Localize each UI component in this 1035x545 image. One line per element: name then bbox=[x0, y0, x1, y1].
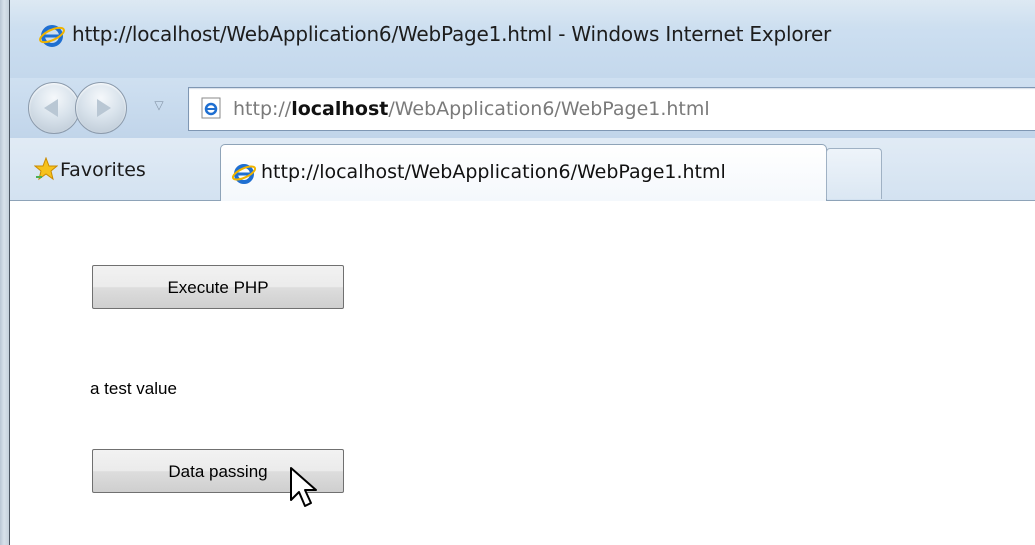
address-bar[interactable]: http://localhost/WebApplication6/WebPage… bbox=[188, 87, 1035, 131]
window-title: http://localhost/WebApplication6/WebPage… bbox=[72, 22, 832, 46]
mouse-cursor-icon bbox=[290, 467, 317, 507]
back-button[interactable] bbox=[28, 82, 80, 134]
title-bar: http://localhost/WebApplication6/WebPage… bbox=[10, 0, 1035, 78]
navigation-bar: ▽ http://localhost/WebApplication6/WebPa… bbox=[10, 78, 1035, 138]
ie-page-icon bbox=[201, 97, 221, 119]
favorites-button[interactable]: Favorites bbox=[10, 147, 188, 191]
star-icon bbox=[34, 157, 58, 181]
chevron-down-icon: ▽ bbox=[154, 98, 164, 112]
favorites-label: Favorites bbox=[60, 159, 146, 181]
recent-pages-dropdown[interactable]: ▽ bbox=[152, 98, 166, 112]
result-text: a test value bbox=[90, 379, 177, 398]
url-path: /WebApplication6/WebPage1.html bbox=[388, 98, 710, 120]
tab-active[interactable]: http://localhost/WebApplication6/WebPage… bbox=[220, 144, 827, 201]
address-url[interactable]: http://localhost/WebApplication6/WebPage… bbox=[233, 98, 710, 120]
execute-php-button[interactable]: Execute PHP bbox=[92, 265, 344, 309]
back-arrow-icon bbox=[44, 99, 58, 117]
favorites-bar: Favorites http://localhost/WebApplicatio… bbox=[10, 138, 1035, 201]
ie-logo-icon bbox=[231, 164, 257, 184]
page-content: Execute PHP a test value Data passing bbox=[10, 201, 1035, 545]
url-prefix: http:// bbox=[233, 98, 292, 120]
tab-label: http://localhost/WebApplication6/WebPage… bbox=[261, 161, 726, 183]
forward-button[interactable] bbox=[75, 82, 127, 134]
ie-logo-icon bbox=[39, 25, 65, 47]
new-tab-button[interactable] bbox=[826, 148, 882, 199]
browser-window: http://localhost/WebApplication6/WebPage… bbox=[0, 0, 1035, 545]
window-left-frame bbox=[0, 0, 10, 545]
url-host: localhost bbox=[291, 98, 389, 120]
forward-arrow-icon bbox=[97, 99, 111, 117]
